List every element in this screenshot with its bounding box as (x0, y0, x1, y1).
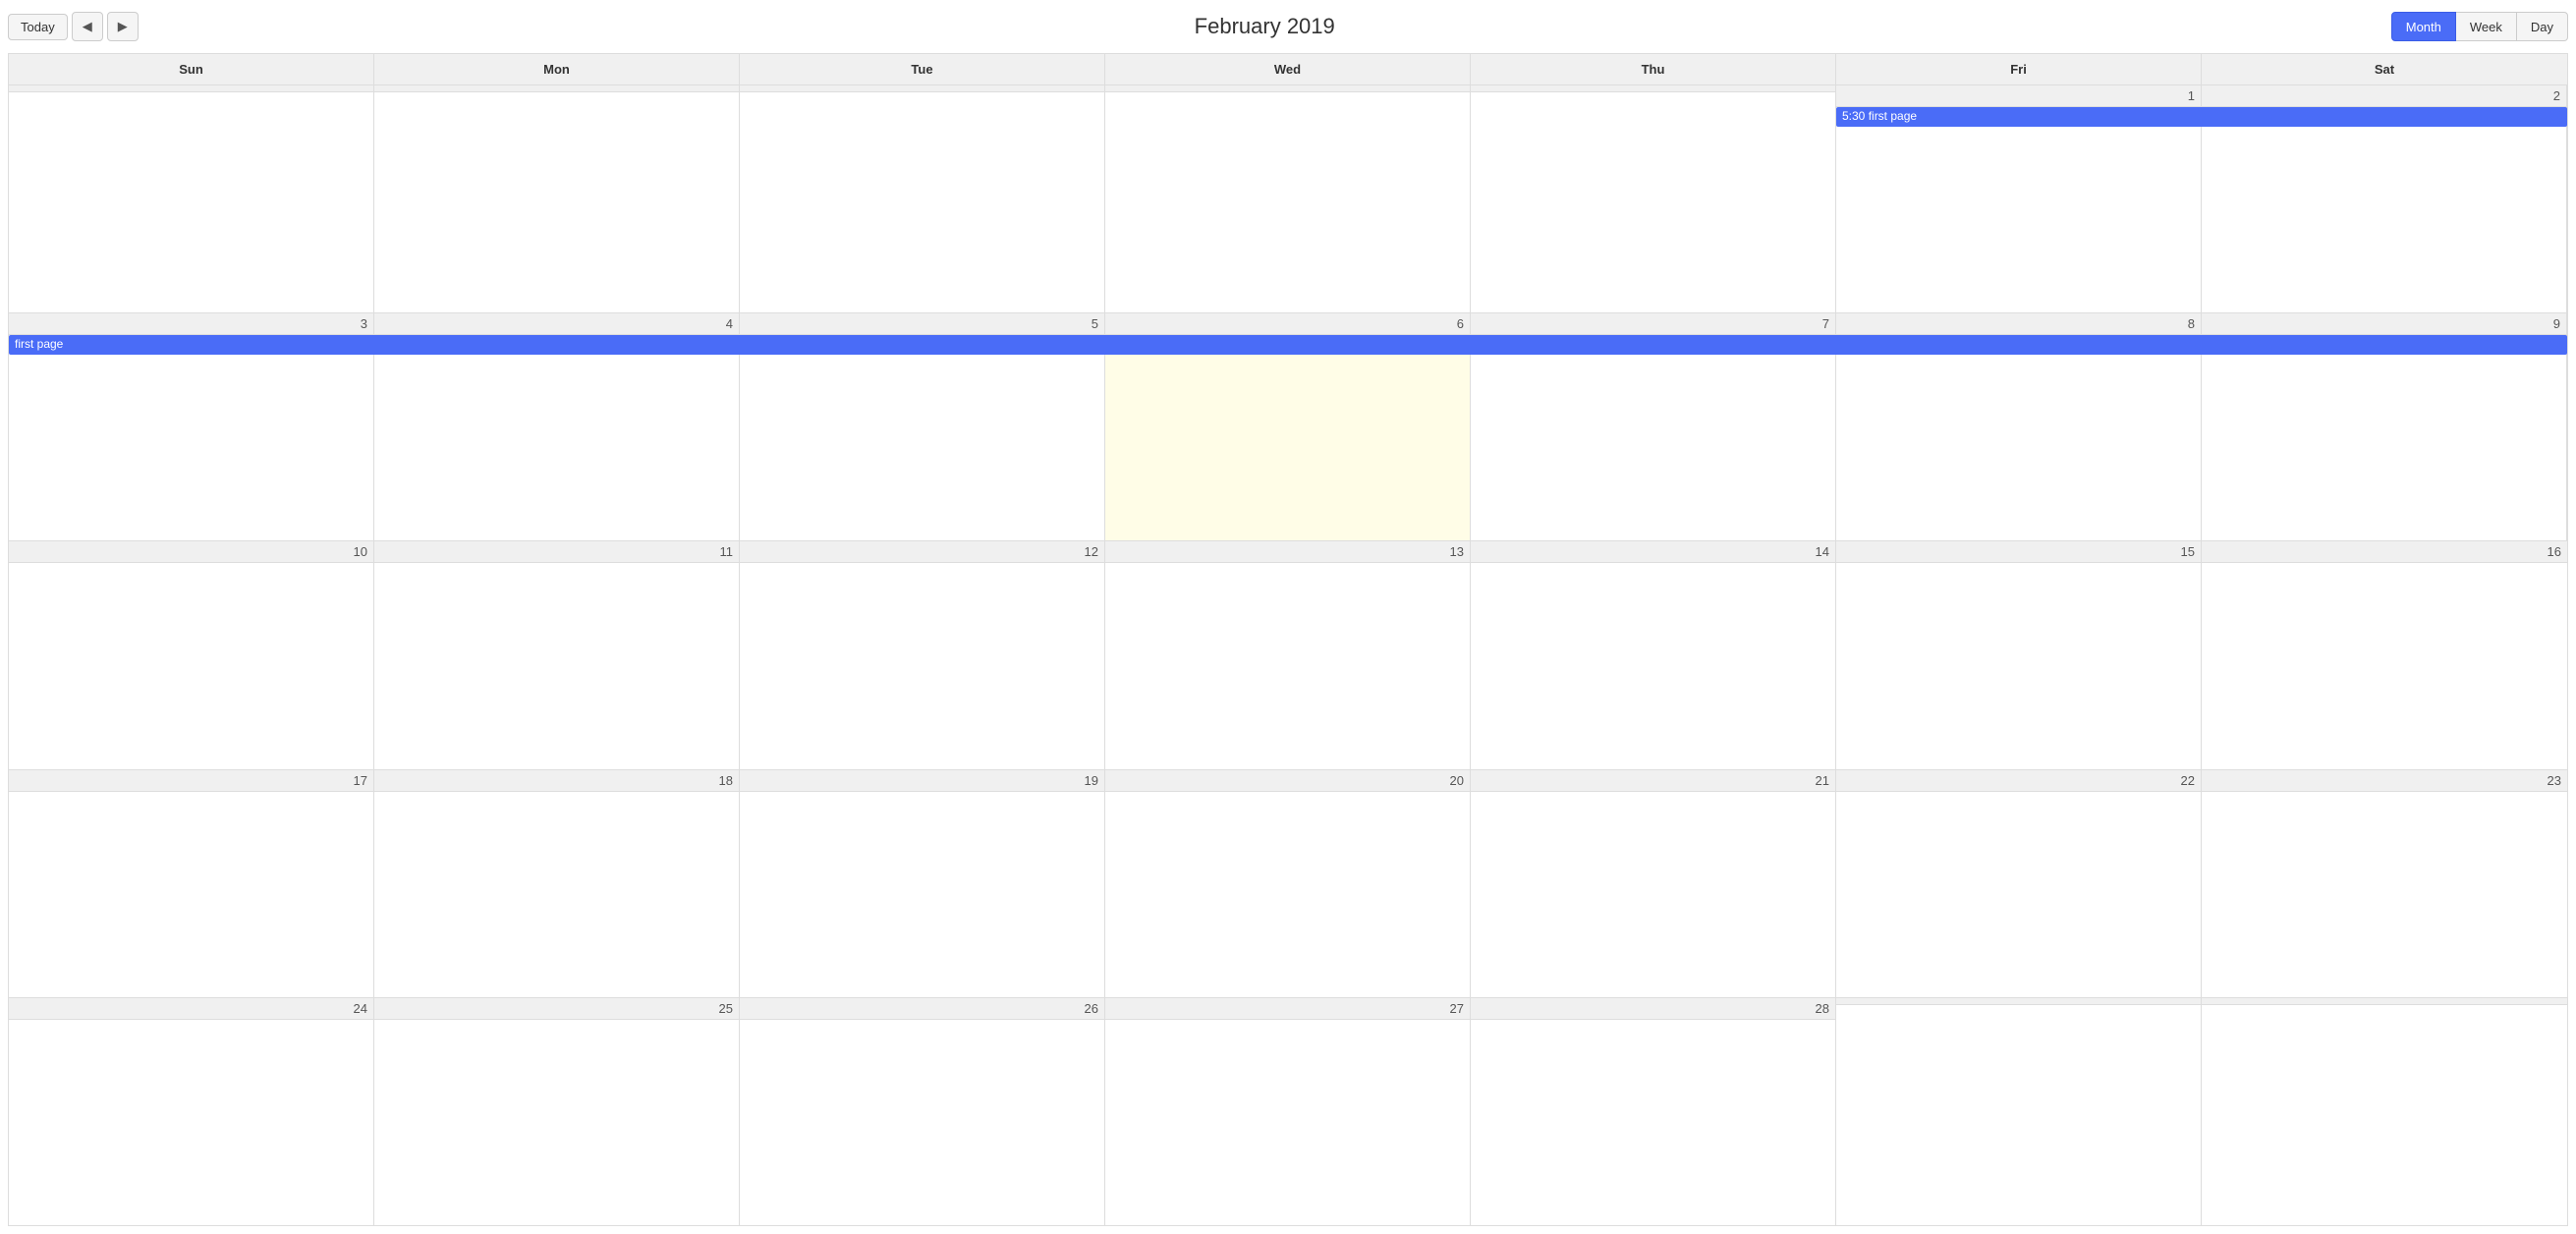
day-number-3-4: 21 (1471, 770, 1835, 792)
day-cell-4-5[interactable] (1836, 998, 2202, 1225)
day-cell-2-6[interactable]: 16 (2202, 541, 2567, 768)
weeks-container: 125:30 first page3456789first page101112… (9, 85, 2567, 1225)
day-number-2-1: 11 (374, 541, 739, 563)
day-cell-0-3[interactable] (1105, 85, 1471, 312)
spanning-event-0-0[interactable]: 5:30 first page (1836, 107, 2567, 127)
month-view-button[interactable]: Month (2391, 12, 2456, 41)
day-cell-4-6[interactable] (2202, 998, 2567, 1225)
spanning-event-1-0[interactable]: first page (9, 335, 2567, 355)
header-wed: Wed (1105, 54, 1471, 84)
day-number-1-3: 6 (1105, 313, 1470, 335)
today-button[interactable]: Today (8, 14, 68, 40)
toolbar-left: Today ◀ ▶ (8, 12, 139, 41)
day-number-1-6: 9 (2202, 313, 2566, 335)
header-sun: Sun (9, 54, 374, 84)
week-row-4: 2425262728 (9, 998, 2567, 1225)
day-number-4-0: 24 (9, 998, 373, 1020)
day-cell-2-0[interactable]: 10 (9, 541, 374, 768)
day-number-2-2: 12 (740, 541, 1104, 563)
day-headers: Sun Mon Tue Wed Thu Fri Sat (9, 54, 2567, 85)
day-number-4-3: 27 (1105, 998, 1470, 1020)
day-cell-4-0[interactable]: 24 (9, 998, 374, 1225)
day-number-0-1 (374, 85, 739, 92)
day-number-2-6: 16 (2202, 541, 2567, 563)
day-number-0-6: 2 (2202, 85, 2566, 107)
day-number-1-2: 5 (740, 313, 1104, 335)
day-number-0-5: 1 (1836, 85, 2201, 107)
day-cell-3-2[interactable]: 19 (740, 770, 1105, 997)
day-number-1-1: 4 (374, 313, 739, 335)
day-cell-2-2[interactable]: 12 (740, 541, 1105, 768)
day-number-3-6: 23 (2202, 770, 2567, 792)
day-cell-0-2[interactable] (740, 85, 1105, 312)
header-fri: Fri (1836, 54, 2202, 84)
calendar-title: February 2019 (139, 14, 2391, 39)
day-cell-4-1[interactable]: 25 (374, 998, 740, 1225)
day-number-1-0: 3 (9, 313, 373, 335)
day-cell-2-1[interactable]: 11 (374, 541, 740, 768)
next-button[interactable]: ▶ (107, 12, 139, 41)
view-switcher: Month Week Day (2391, 12, 2568, 41)
day-cell-0-0[interactable] (9, 85, 374, 312)
day-cell-3-4[interactable]: 21 (1471, 770, 1836, 997)
day-cell-2-4[interactable]: 14 (1471, 541, 1836, 768)
day-cell-3-3[interactable]: 20 (1105, 770, 1471, 997)
day-number-1-5: 8 (1836, 313, 2201, 335)
header-mon: Mon (374, 54, 740, 84)
day-cell-3-1[interactable]: 18 (374, 770, 740, 997)
day-cell-2-5[interactable]: 15 (1836, 541, 2202, 768)
calendar-container: Today ◀ ▶ February 2019 Month Week Day S… (0, 0, 2576, 1234)
day-number-4-4: 28 (1471, 998, 1835, 1020)
week-row-2: 10111213141516 (9, 541, 2567, 769)
header-sat: Sat (2202, 54, 2567, 84)
week-row-0: 125:30 first page (9, 85, 2567, 313)
week-view-button[interactable]: Week (2456, 12, 2517, 41)
header-thu: Thu (1471, 54, 1836, 84)
week-row-1: 3456789first page (9, 313, 2567, 541)
week-row-3: 17181920212223 (9, 770, 2567, 998)
day-number-2-3: 13 (1105, 541, 1470, 563)
prev-button[interactable]: ◀ (72, 12, 103, 41)
day-cell-4-4[interactable]: 28 (1471, 998, 1836, 1225)
day-number-3-1: 18 (374, 770, 739, 792)
day-cell-2-3[interactable]: 13 (1105, 541, 1471, 768)
day-number-0-3 (1105, 85, 1470, 92)
day-cell-0-1[interactable] (374, 85, 740, 312)
day-number-1-4: 7 (1471, 313, 1835, 335)
day-cell-3-5[interactable]: 22 (1836, 770, 2202, 997)
toolbar: Today ◀ ▶ February 2019 Month Week Day (8, 8, 2568, 45)
calendar-grid: Sun Mon Tue Wed Thu Fri Sat 125:30 first… (8, 53, 2568, 1226)
day-number-3-2: 19 (740, 770, 1104, 792)
header-tue: Tue (740, 54, 1105, 84)
day-number-4-6 (2202, 998, 2567, 1005)
day-number-0-4 (1471, 85, 1835, 92)
day-number-3-3: 20 (1105, 770, 1470, 792)
day-view-button[interactable]: Day (2517, 12, 2568, 41)
day-cell-4-2[interactable]: 26 (740, 998, 1105, 1225)
day-number-2-5: 15 (1836, 541, 2201, 563)
day-number-3-0: 17 (9, 770, 373, 792)
day-number-0-2 (740, 85, 1104, 92)
day-cell-3-6[interactable]: 23 (2202, 770, 2567, 997)
day-number-3-5: 22 (1836, 770, 2201, 792)
day-number-4-5 (1836, 998, 2201, 1005)
day-number-4-1: 25 (374, 998, 739, 1020)
day-number-2-4: 14 (1471, 541, 1835, 563)
day-number-4-2: 26 (740, 998, 1104, 1020)
day-number-0-0 (9, 85, 373, 92)
day-cell-4-3[interactable]: 27 (1105, 998, 1471, 1225)
day-number-2-0: 10 (9, 541, 373, 563)
day-cell-0-4[interactable] (1471, 85, 1836, 312)
day-cell-3-0[interactable]: 17 (9, 770, 374, 997)
